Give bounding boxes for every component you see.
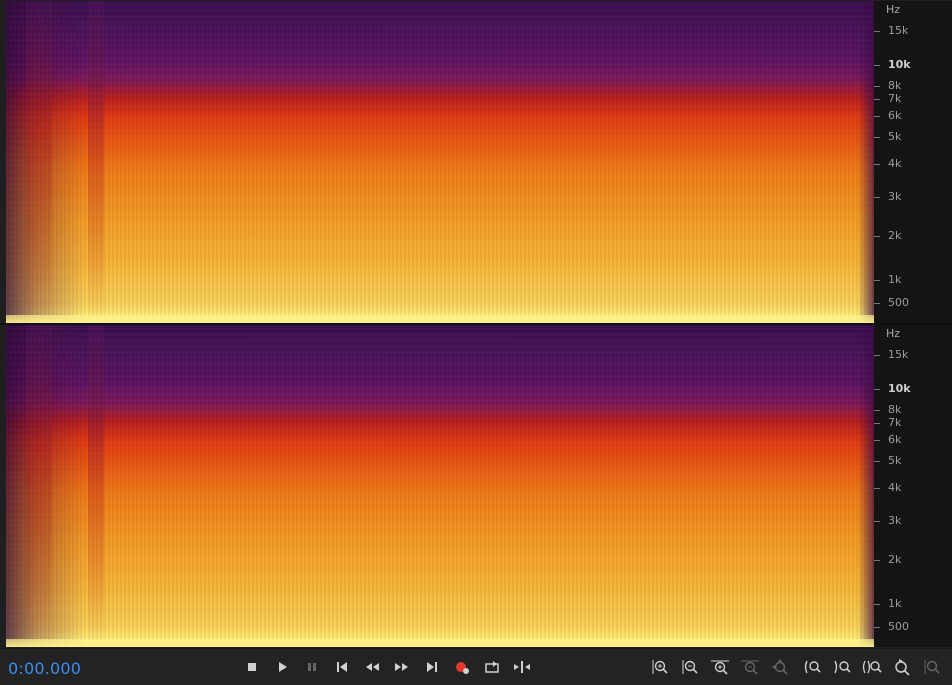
zoom-selection-icon [770, 658, 790, 676]
zoom-full-icon [923, 658, 941, 676]
zoom-to-selection-icon [861, 658, 883, 676]
loop-playback-button[interactable] [480, 655, 504, 679]
zoom-out-amplitude-icon [681, 658, 699, 676]
transport-bar: 0:00.000 [0, 648, 952, 685]
skip-to-end-button[interactable] [420, 655, 444, 679]
fast-forward-button[interactable] [390, 655, 414, 679]
zoom-out-amplitude-button[interactable] [678, 655, 702, 679]
spectrogram-texture [6, 1, 874, 323]
pause-button[interactable] [300, 655, 324, 679]
channel-1-spectrogram-panel[interactable]: Hz 15k 10k 8k 7k 6k 5k 4k 3k 2k 1k 500 [6, 1, 952, 323]
skip-selection-icon [513, 660, 531, 674]
zoom-in-time-icon [710, 658, 730, 676]
zoom-in-at-left-edge-icon [802, 658, 822, 676]
rewind-icon [364, 660, 380, 674]
zoom-in-at-right-edge-icon [832, 658, 852, 676]
play-icon [275, 660, 289, 674]
ruler-unit-label: Hz [886, 327, 901, 340]
zoom-in-left-button[interactable] [800, 655, 824, 679]
zoom-to-selection-button[interactable] [860, 655, 884, 679]
channel-2-spectrogram-panel[interactable]: Hz 15k 10k 8k 7k 6k 5k 4k 3k 2k 1k 500 [6, 325, 952, 647]
zoom-out-time-button[interactable] [738, 655, 762, 679]
zoom-in-amplitude-button[interactable] [648, 655, 672, 679]
spectrogram-low-frequency-band [6, 639, 874, 647]
zoom-in-right-button[interactable] [830, 655, 854, 679]
record-icon [454, 659, 470, 675]
frequency-ruler-channel-2: Hz 15k 10k 8k 7k 6k 5k 4k 3k 2k 1k 500 [874, 325, 952, 647]
skip-to-start-button[interactable] [330, 655, 354, 679]
record-button[interactable] [450, 655, 474, 679]
stop-button[interactable] [240, 655, 264, 679]
play-button[interactable] [270, 655, 294, 679]
skip-selection-button[interactable] [510, 655, 534, 679]
fast-forward-icon [394, 660, 410, 674]
spectrogram-low-frequency-band [6, 315, 874, 323]
zoom-reset-button[interactable] [890, 655, 914, 679]
frequency-ruler-channel-1: Hz 15k 10k 8k 7k 6k 5k 4k 3k 2k 1k 500 [874, 1, 952, 323]
current-time-display[interactable]: 0:00.000 [8, 659, 81, 678]
spectral-editor: Hz 15k 10k 8k 7k 6k 5k 4k 3k 2k 1k 500 H… [0, 0, 952, 685]
spectrogram-view-channel-2[interactable] [6, 325, 874, 647]
skip-to-end-icon [425, 660, 439, 674]
zoom-selection-button[interactable] [768, 655, 792, 679]
zoom-full-button[interactable] [920, 655, 944, 679]
spectrogram-texture [6, 325, 874, 647]
spectrogram-view-channel-1[interactable] [6, 1, 874, 323]
zoom-in-amplitude-icon [651, 658, 669, 676]
pause-icon [305, 660, 319, 674]
zoom-out-time-icon [740, 658, 760, 676]
rewind-button[interactable] [360, 655, 384, 679]
stop-icon [245, 660, 259, 674]
skip-to-start-icon [335, 660, 349, 674]
loop-playback-icon [484, 660, 500, 674]
ruler-unit-label: Hz [886, 3, 901, 16]
zoom-reset-icon [893, 658, 911, 676]
zoom-in-time-button[interactable] [708, 655, 732, 679]
